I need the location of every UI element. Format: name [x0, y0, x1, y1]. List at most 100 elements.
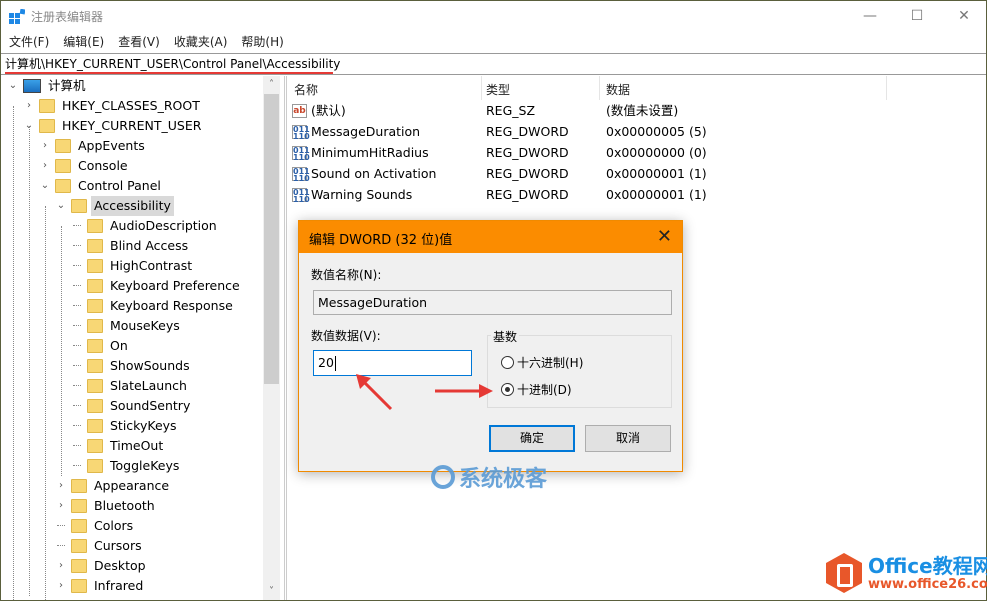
tree-label: Desktop	[94, 558, 146, 573]
tree-label: AudioDescription	[110, 218, 217, 233]
chevron-right-icon[interactable]: ›	[55, 576, 67, 596]
folder-icon	[87, 339, 103, 353]
maximize-button[interactable]: ☐	[894, 1, 940, 31]
dialog-title-bar: 编辑 DWORD (32 位)值 ✕	[299, 221, 682, 253]
folder-icon	[87, 319, 103, 333]
tree-guide	[71, 316, 83, 336]
menu-help[interactable]: 帮助(H)	[234, 32, 290, 52]
value-data-label: 数值数据(V):	[311, 329, 381, 343]
tree-item[interactable]: HighContrast	[71, 256, 195, 276]
watermark: 系统极客	[431, 461, 547, 493]
tree-item[interactable]: › Bluetooth	[55, 496, 158, 516]
column-data-header[interactable]: 数据	[606, 81, 630, 98]
tree-item[interactable]: MouseKeys	[71, 316, 183, 336]
column-type-header[interactable]: 类型	[486, 81, 510, 98]
tree-item[interactable]: › Infrared	[55, 576, 146, 596]
tree-guide	[71, 436, 83, 456]
chevron-right-icon[interactable]: ›	[55, 496, 67, 516]
tree-item[interactable]: ⌄ Accessibility	[55, 196, 174, 216]
tree-item[interactable]: › Console	[39, 156, 131, 176]
list-row[interactable]: 011 110 MinimumHitRadius REG_DWORD 0x0000000…	[289, 142, 889, 163]
tree-item[interactable]: ShowSounds	[71, 356, 193, 376]
tree-guide	[71, 236, 83, 256]
tree-label: SoundSentry	[110, 398, 191, 413]
tree-guide-line	[13, 106, 14, 600]
tree-item[interactable]: Keyboard Response	[71, 296, 236, 316]
tree-item[interactable]: › HKEY_CLASSES_ROOT	[23, 96, 203, 116]
minimize-icon: —	[863, 8, 877, 24]
column-separator[interactable]	[886, 76, 887, 100]
tree-item[interactable]: ⌄ HKEY_CURRENT_USER	[23, 116, 204, 136]
chevron-down-icon[interactable]: ⌄	[55, 196, 67, 216]
tree-item[interactable]: Blind Access	[71, 236, 191, 256]
registry-editor-window: 注册表编辑器 — ☐ ✕ 文件(F) 编辑(E) 查看(V) 收藏夹(A) 帮助…	[0, 0, 987, 601]
scroll-up-icon[interactable]: ˄	[263, 76, 280, 93]
value-type: REG_DWORD	[486, 124, 569, 139]
menu-file[interactable]: 文件(F)	[1, 32, 56, 52]
tree-item[interactable]: Keyboard Preference	[71, 276, 243, 296]
tree-item[interactable]: Colors	[55, 516, 136, 536]
menu-bar: 文件(F) 编辑(E) 查看(V) 收藏夹(A) 帮助(H)	[1, 32, 986, 52]
menu-edit[interactable]: 编辑(E)	[56, 32, 111, 52]
column-separator[interactable]	[481, 76, 482, 100]
scrollbar-thumb[interactable]	[264, 94, 279, 384]
minimize-button[interactable]: —	[847, 1, 893, 31]
value-name-text: Warning Sounds	[311, 187, 413, 202]
value-name: 011 110 MinimumHitRadius	[292, 142, 429, 163]
pane-splitter[interactable]	[284, 76, 287, 600]
list-row[interactable]: 011 110 MessageDuration REG_DWORD 0x00000005…	[289, 121, 889, 142]
close-button[interactable]: ✕	[941, 1, 987, 31]
tree-item-computer[interactable]: ⌄ 计算机	[7, 76, 89, 96]
tree-item[interactable]: › Desktop	[55, 556, 149, 576]
chevron-right-icon[interactable]: ›	[55, 476, 67, 496]
tree-item[interactable]: ToggleKeys	[71, 456, 182, 476]
tree-item[interactable]: TimeOut	[71, 436, 166, 456]
radio-unchecked-icon[interactable]	[501, 356, 514, 369]
radio-decimal[interactable]: 十进制(D)	[501, 381, 572, 398]
column-separator[interactable]	[599, 76, 600, 100]
dword-value-icon: 011 110	[292, 124, 310, 141]
list-row[interactable]: ab (默认) REG_SZ (数值未设置)	[289, 100, 889, 121]
list-row[interactable]: 011 110 Sound on Activation REG_DWORD 0x0000…	[289, 163, 889, 184]
menu-favorites[interactable]: 收藏夹(A)	[167, 32, 235, 52]
value-name-text: (默认)	[311, 103, 346, 118]
cancel-button[interactable]: 取消	[585, 425, 671, 452]
list-row[interactable]: 011 110 Warning Sounds REG_DWORD 0x00000001 …	[289, 184, 889, 205]
tree-item[interactable]: StickyKeys	[71, 416, 180, 436]
tree-item[interactable]: › Appearance	[55, 476, 172, 496]
tree-item[interactable]: SlateLaunch	[71, 376, 190, 396]
value-name: ab (默认)	[292, 100, 346, 121]
folder-icon	[71, 559, 87, 573]
tree-item[interactable]: On	[71, 336, 131, 356]
tree-guide	[71, 416, 83, 436]
chevron-down-icon[interactable]: ⌄	[39, 176, 51, 196]
address-path: 计算机\HKEY_CURRENT_USER\Control Panel\Acce…	[5, 57, 341, 71]
tree-label: Console	[78, 158, 128, 173]
tree-item[interactable]: › AppEvents	[39, 136, 148, 156]
tree-guide	[71, 276, 83, 296]
tree-scrollbar[interactable]: ˄ ˅	[263, 76, 280, 600]
folder-icon	[39, 119, 55, 133]
chevron-right-icon[interactable]: ›	[39, 136, 51, 156]
radio-checked-icon[interactable]	[501, 383, 514, 396]
menu-view[interactable]: 查看(V)	[111, 32, 167, 52]
value-type: REG_SZ	[486, 103, 536, 118]
address-bar[interactable]: 计算机\HKEY_CURRENT_USER\Control Panel\Acce…	[1, 53, 986, 75]
value-data-text: 20	[318, 355, 334, 370]
window-title: 注册表编辑器	[31, 10, 104, 24]
tree-item[interactable]: SoundSentry	[71, 396, 193, 416]
column-name-header[interactable]: 名称	[294, 81, 318, 98]
ok-button[interactable]: 确定	[489, 425, 575, 452]
tree-item[interactable]: ⌄ Control Panel	[39, 176, 164, 196]
chevron-right-icon[interactable]: ›	[55, 556, 67, 576]
radio-hexadecimal[interactable]: 十六进制(H)	[501, 354, 583, 371]
chevron-right-icon[interactable]: ›	[39, 156, 51, 176]
tree-item[interactable]: Cursors	[55, 536, 145, 556]
scroll-down-icon[interactable]: ˅	[263, 583, 280, 600]
radio-hex-label: 十六进制(H)	[517, 356, 584, 370]
chevron-right-icon[interactable]: ›	[23, 96, 35, 116]
tree-guide	[71, 356, 83, 376]
tree-item[interactable]: AudioDescription	[71, 216, 220, 236]
chevron-down-icon[interactable]: ⌄	[7, 76, 19, 96]
dialog-close-icon[interactable]: ✕	[657, 226, 672, 247]
